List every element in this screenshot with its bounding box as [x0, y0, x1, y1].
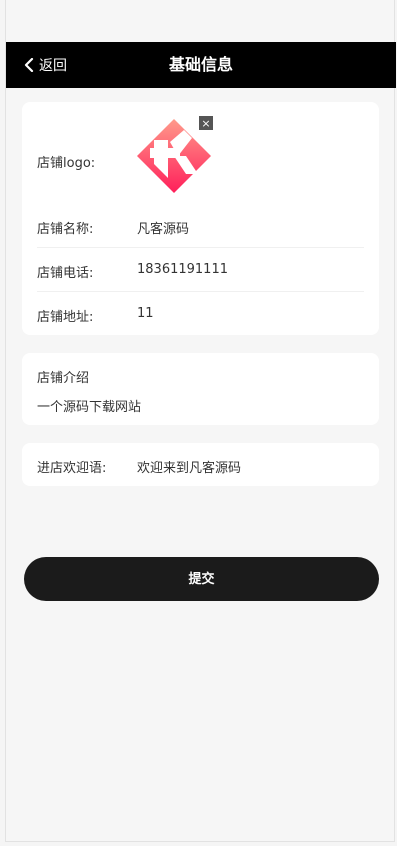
name-value[interactable]: 凡客源码	[137, 218, 189, 237]
welcome-value[interactable]: 欢迎来到凡客源码	[137, 457, 241, 476]
divider	[37, 247, 364, 248]
back-button[interactable]: 返回	[24, 42, 67, 88]
app-frame: 返回 基础信息 店铺logo: × 店铺名称: 凡客源码 店铺电话: 18361…	[5, 0, 396, 842]
welcome-card: 进店欢迎语: 欢迎来到凡客源码	[22, 443, 379, 486]
logo-remove-icon[interactable]: ×	[199, 116, 213, 130]
intro-title: 店铺介绍	[37, 371, 90, 386]
name-label: 店铺名称:	[37, 222, 94, 237]
phone-value[interactable]: 18361191111	[137, 262, 228, 277]
address-label: 店铺地址:	[37, 310, 94, 325]
submit-button[interactable]: 提交	[24, 557, 379, 601]
shop-intro-card: 店铺介绍 一个源码下载网站	[22, 353, 379, 425]
welcome-label: 进店欢迎语:	[37, 461, 107, 476]
shop-info-card: 店铺logo: × 店铺名称: 凡客源码 店铺电话: 18361191111 店…	[22, 102, 379, 335]
top-navbar: 返回 基础信息	[6, 42, 396, 88]
divider	[37, 291, 364, 292]
phone-label: 店铺电话:	[37, 266, 94, 281]
intro-text[interactable]: 一个源码下载网站	[37, 396, 141, 415]
back-label: 返回	[39, 58, 67, 74]
chevron-left-icon	[24, 58, 34, 72]
logo-label: 店铺logo:	[37, 156, 96, 171]
address-value[interactable]: 11	[137, 306, 154, 321]
